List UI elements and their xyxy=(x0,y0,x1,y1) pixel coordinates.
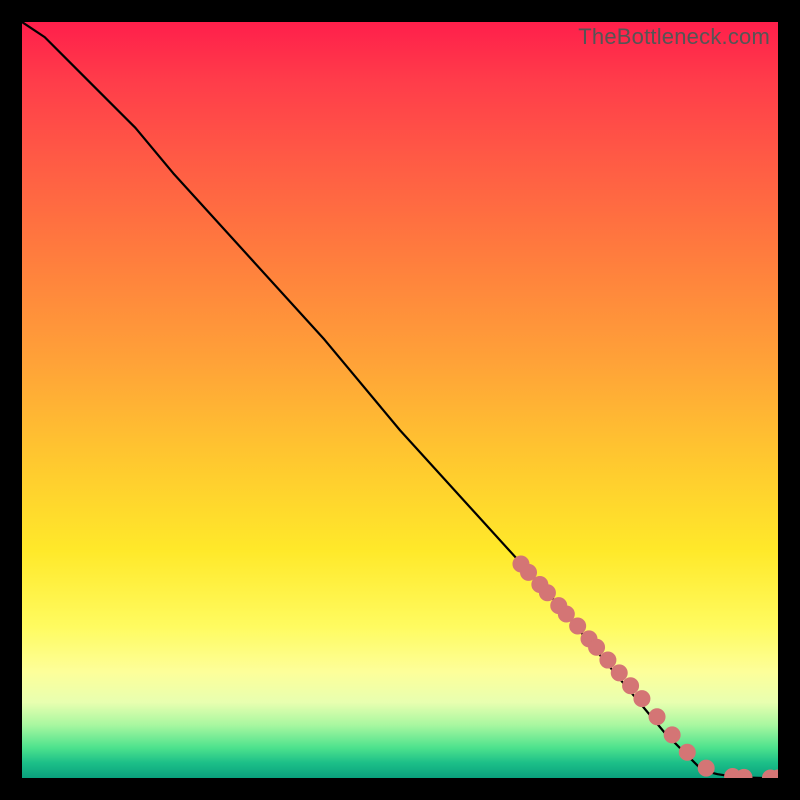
marker-dot xyxy=(611,665,627,681)
marker-dot xyxy=(558,606,574,622)
marker-group xyxy=(513,556,778,778)
plot-area: TheBottleneck.com xyxy=(22,22,778,778)
marker-dot xyxy=(679,744,695,760)
marker-dot xyxy=(649,709,665,725)
marker-dot xyxy=(623,678,639,694)
marker-dot xyxy=(600,652,616,668)
overlay-svg xyxy=(22,22,778,778)
marker-dot xyxy=(698,760,714,776)
marker-dot xyxy=(570,618,586,634)
chart-frame: TheBottleneck.com xyxy=(0,0,800,800)
marker-dot xyxy=(521,564,537,580)
marker-dot xyxy=(539,585,555,601)
marker-dot xyxy=(664,727,680,743)
curve-line xyxy=(22,22,778,778)
marker-dot xyxy=(589,639,605,655)
marker-dot xyxy=(634,691,650,707)
